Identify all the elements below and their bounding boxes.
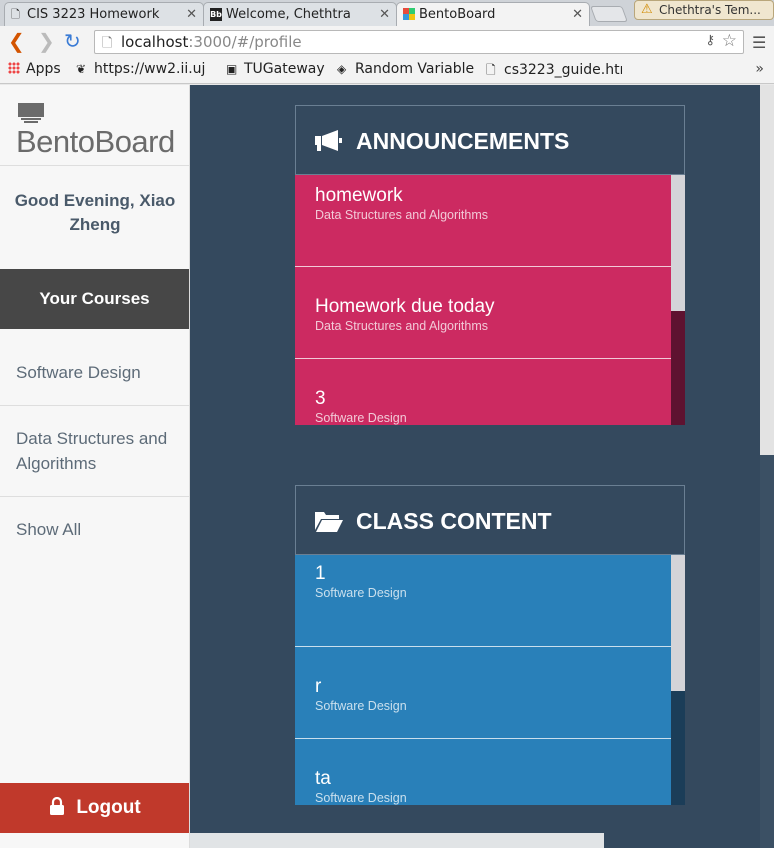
announcement-course: Data Structures and Algorithms bbox=[315, 208, 488, 222]
bookmark-label: Apps bbox=[26, 61, 61, 77]
page-scrollbar-thumb[interactable] bbox=[760, 85, 774, 455]
close-icon[interactable]: ✕ bbox=[186, 7, 197, 22]
list-item[interactable]: Homework due today Data Structures and A… bbox=[295, 267, 671, 359]
address-bar[interactable]: 🗋 localhost:3000/#/profile ⚷ ☆ bbox=[94, 30, 744, 54]
apps-grid-icon bbox=[8, 62, 20, 74]
scrollbar-thumb[interactable] bbox=[671, 555, 685, 691]
announcements-panel: ANNOUNCEMENTS homework Data Structures a… bbox=[295, 105, 685, 425]
tab-title: CIS 3223 Homework bbox=[27, 7, 160, 22]
bookmark-label: https://ww2.ii.uj bbox=[94, 61, 206, 77]
sidebar-item-show-all[interactable]: Show All bbox=[16, 517, 186, 542]
divider bbox=[0, 165, 189, 166]
announcements-scrollbar[interactable] bbox=[671, 175, 685, 425]
browser-toolbar: ❮ ❯ ↻ 🗋 localhost:3000/#/profile ⚷ ☆ ☰ bbox=[0, 26, 774, 58]
grid-icon bbox=[403, 8, 415, 21]
tab-bentoboard[interactable]: BentoBoard ✕ bbox=[396, 2, 590, 26]
close-icon[interactable]: ✕ bbox=[572, 7, 583, 22]
announcements-title: ANNOUNCEMENTS bbox=[356, 128, 570, 154]
brand[interactable]: BentoBoard bbox=[16, 101, 186, 161]
bookmarks-overflow[interactable]: » bbox=[755, 61, 764, 77]
page-viewport: BentoBoard Good Evening, Xiao Zheng Your… bbox=[0, 85, 774, 848]
list-item[interactable]: 1 Software Design bbox=[295, 555, 671, 647]
logout-button[interactable]: Logout bbox=[0, 783, 189, 833]
class-content-title: CLASS CONTENT bbox=[356, 508, 552, 534]
list-item[interactable]: ta Software Design bbox=[295, 739, 671, 805]
greeting: Good Evening, Xiao Zheng bbox=[14, 191, 176, 234]
page-icon: 🗋 bbox=[486, 63, 496, 77]
content-title: r bbox=[315, 676, 322, 697]
tab-strip: 🗋 CIS 3223 Homework ✕ Bb Welcome, Chetht… bbox=[0, 0, 774, 26]
bookmark-label: Random Variable bbox=[355, 61, 475, 77]
page-icon: 🗋 bbox=[102, 36, 113, 51]
user-profile-name: Chethtra's Tem... bbox=[659, 3, 761, 17]
content-course: Software Design bbox=[315, 586, 407, 600]
bookmark-cs3223-guide[interactable]: 🗋 cs3223_guide.htm bbox=[486, 61, 622, 82]
announcement-title: 3 bbox=[315, 388, 326, 409]
close-icon[interactable]: ✕ bbox=[379, 7, 390, 22]
horizontal-scrollbar[interactable] bbox=[190, 833, 604, 848]
bookmark-label: cs3223_guide.htm bbox=[504, 62, 622, 78]
megaphone-icon bbox=[315, 130, 342, 151]
page-icon: 🗋 bbox=[11, 8, 20, 21]
lock-icon bbox=[50, 797, 65, 815]
folder-open-icon bbox=[315, 512, 343, 532]
bookmark-label: TUGateway bbox=[244, 61, 325, 77]
menu-icon[interactable]: ☰ bbox=[752, 33, 766, 52]
monitor-icon bbox=[18, 103, 44, 123]
url-host: localhost bbox=[121, 33, 189, 51]
tab-cis3223[interactable]: 🗋 CIS 3223 Homework ✕ bbox=[4, 2, 204, 26]
bb-icon: Bb bbox=[210, 8, 222, 21]
tab-title: BentoBoard bbox=[419, 7, 496, 22]
content-title: ta bbox=[315, 768, 331, 789]
logout-label: Logout bbox=[76, 797, 141, 818]
star-icon[interactable]: ☆ bbox=[722, 31, 737, 51]
announcement-course: Data Structures and Algorithms bbox=[315, 319, 488, 333]
class-content-panel: CLASS CONTENT 1 Software Design r Softwa… bbox=[295, 485, 685, 805]
raspberry-icon: ❦ bbox=[76, 62, 87, 76]
cube-icon: ◈ bbox=[337, 62, 347, 76]
tab-title: Welcome, Chethtra bbox=[226, 7, 351, 22]
sidebar-item-software-design[interactable]: Software Design bbox=[16, 360, 186, 385]
bookmarks-bar: Apps ❦ https://ww2.ii.uj ▣ TUGateway ◈ Rand… bbox=[0, 58, 774, 84]
class-content-list[interactable]: 1 Software Design r Software Design ta S… bbox=[295, 555, 685, 805]
sidebar: BentoBoard Good Evening, Xiao Zheng Your… bbox=[0, 85, 190, 848]
new-tab-button[interactable] bbox=[590, 6, 628, 22]
reload-icon[interactable]: ↻ bbox=[64, 31, 81, 51]
class-content-header: CLASS CONTENT bbox=[295, 485, 685, 555]
class-content-scrollbar[interactable] bbox=[671, 555, 685, 805]
announcement-title: Homework due today bbox=[315, 296, 495, 317]
tab-welcome[interactable]: Bb Welcome, Chethtra ✕ bbox=[203, 2, 397, 26]
brand-name: BentoBoard bbox=[16, 124, 175, 159]
list-item[interactable]: 3 Software Design bbox=[295, 359, 671, 425]
user-profile-button[interactable]: ⚠ Chethtra's Tem... bbox=[634, 0, 774, 20]
divider bbox=[0, 405, 189, 406]
back-icon[interactable]: ❮ bbox=[8, 31, 25, 51]
divider bbox=[0, 496, 189, 497]
content-course: Software Design bbox=[315, 699, 407, 713]
image-icon: ▣ bbox=[226, 62, 238, 76]
warning-icon: ⚠ bbox=[641, 2, 653, 17]
bookmark-random-variable[interactable]: ◈ Random Variable bbox=[337, 61, 475, 77]
announcement-course: Software Design bbox=[315, 411, 407, 425]
sidebar-item-data-structures[interactable]: Data Structures and Algorithms bbox=[16, 426, 186, 476]
your-courses-heading: Your Courses bbox=[0, 269, 189, 329]
bookmark-tugateway[interactable]: ▣ TUGateway bbox=[226, 61, 328, 77]
bookmark-ww2[interactable]: ❦ https://ww2.ii.uj bbox=[76, 61, 216, 77]
url-path: :3000/#/profile bbox=[188, 33, 302, 51]
announcements-header: ANNOUNCEMENTS bbox=[295, 105, 685, 175]
announcements-list[interactable]: homework Data Structures and Algorithms … bbox=[295, 175, 685, 425]
key-icon[interactable]: ⚷ bbox=[705, 33, 715, 48]
scrollbar-thumb[interactable] bbox=[671, 175, 685, 311]
content-course: Software Design bbox=[315, 791, 407, 805]
announcement-title: homework bbox=[315, 185, 403, 206]
bookmark-apps[interactable]: Apps bbox=[8, 61, 68, 77]
forward-icon[interactable]: ❯ bbox=[38, 31, 55, 51]
content-title: 1 bbox=[315, 563, 326, 584]
list-item[interactable]: r Software Design bbox=[295, 647, 671, 739]
list-item[interactable]: homework Data Structures and Algorithms bbox=[295, 175, 671, 267]
